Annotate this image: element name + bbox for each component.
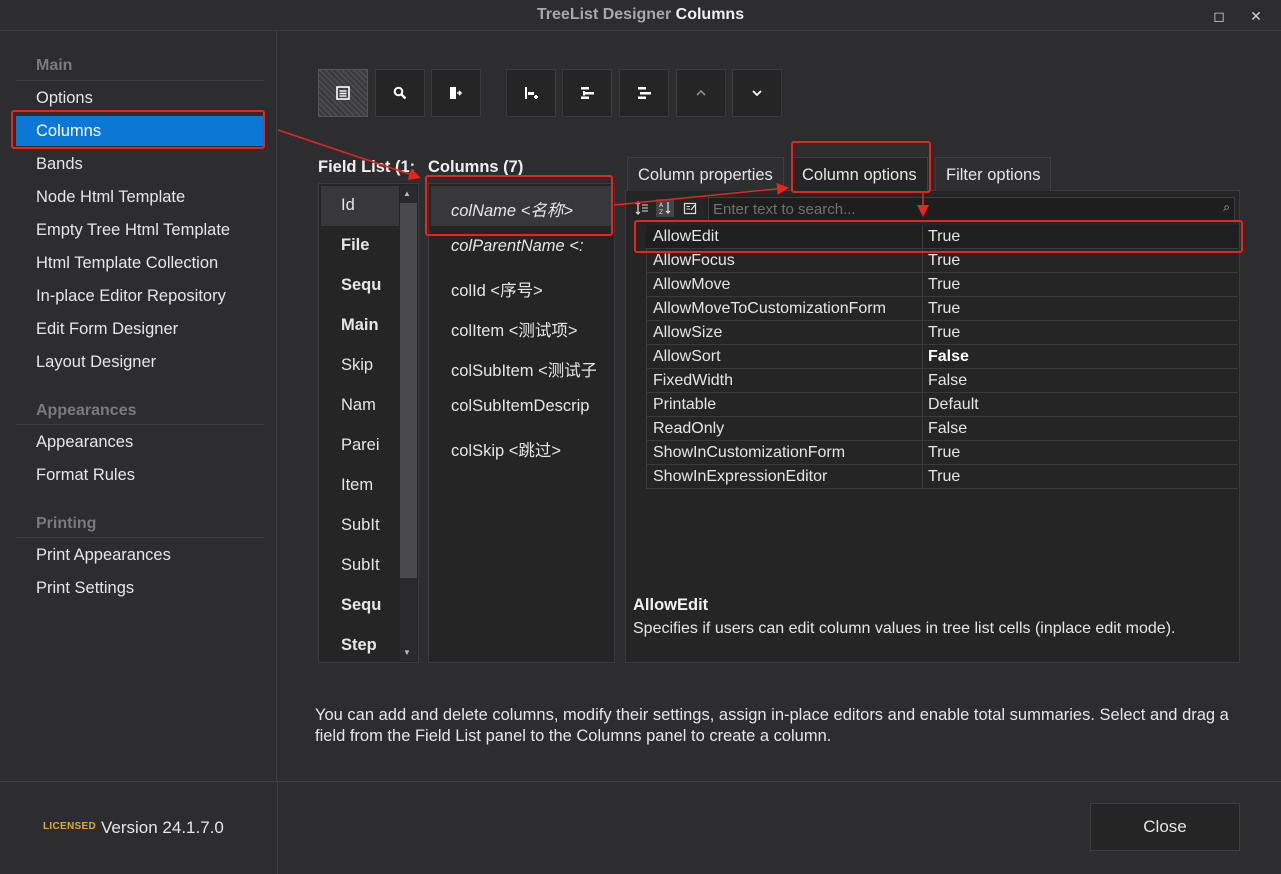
annotation-arrows <box>277 129 929 217</box>
arrow-to-column-options <box>613 182 789 206</box>
arrow-to-colname <box>277 129 421 180</box>
